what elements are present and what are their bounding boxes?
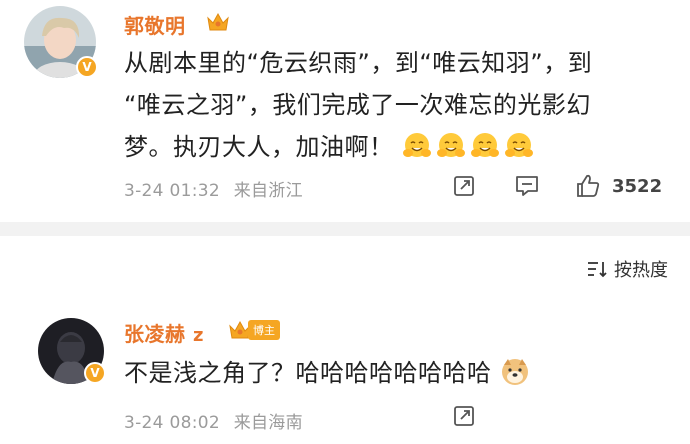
post-content-text: 梦。执刃大人，加油啊！	[124, 133, 394, 161]
user-avatar[interactable]: V	[24, 6, 98, 78]
blogger-badge: 博主	[228, 319, 280, 341]
section-divider	[0, 222, 690, 236]
blogger-tag: 博主	[248, 320, 280, 340]
reply-avatar[interactable]: V	[38, 318, 106, 384]
comment-button[interactable]	[514, 174, 540, 198]
sort-by-hot-button[interactable]: 按热度	[586, 256, 668, 282]
sort-icon	[588, 262, 607, 278]
reply-location: 来自海南	[233, 413, 303, 433]
hug-emoji-icon	[504, 133, 533, 157]
post-content-line: “唯云之羽”，我们完成了一次难忘的光影幻	[124, 91, 591, 119]
reply-content: 不是浅之角了？哈哈哈哈哈哈哈哈	[124, 352, 534, 394]
like-count: 3522	[612, 175, 663, 197]
reply-username[interactable]: 张凌赫 z	[124, 318, 204, 347]
share-button[interactable]	[452, 174, 476, 198]
share-icon	[454, 176, 474, 196]
like-button[interactable]: 3522	[574, 172, 662, 200]
reply-share-button[interactable]	[452, 404, 476, 428]
comment-icon	[516, 176, 538, 196]
reply-content-text: 不是浅之角了？哈哈哈哈哈哈哈哈	[124, 359, 492, 387]
verified-badge-icon: V	[76, 56, 98, 78]
reply-meta: 3-24 08:02 来自海南	[124, 408, 311, 433]
thumbs-up-icon	[577, 174, 600, 197]
post-date: 3-24 01:32	[124, 181, 220, 201]
post-content-line: 梦。执刃大人，加油啊！	[124, 126, 674, 168]
share-icon	[454, 406, 474, 426]
post-content-line: 从剧本里的“危云织雨”，到“唯云知羽”，到	[124, 49, 593, 77]
post-meta: 3-24 01:32 来自浙江	[124, 176, 311, 201]
verified-badge-icon: V	[84, 362, 106, 384]
doge-emoji-icon	[501, 359, 528, 385]
reply-section: 按热度 V 张凌赫 z 博主 不是浅之角了？哈哈哈哈哈哈哈哈 3-24 08:0…	[0, 236, 690, 444]
post-content: 从剧本里的“危云织雨”，到“唯云知羽”，到 “唯云之羽”，我们完成了一次难忘的光…	[124, 42, 674, 168]
hug-emoji-icon	[402, 133, 431, 157]
hug-emoji-icon	[436, 133, 465, 157]
reply-username-text: 张凌赫	[124, 322, 186, 346]
reply-username-suffix: z	[192, 325, 204, 346]
sort-label: 按热度	[614, 260, 668, 281]
weibo-post: V 郭敬明 从剧本里的“危云织雨”，到“唯云知羽”，到 “唯云之羽”，我们完成了…	[0, 0, 690, 222]
reply-date: 3-24 08:02	[124, 413, 220, 433]
vip-crown-icon	[207, 12, 229, 31]
post-location: 来自浙江	[233, 181, 303, 201]
post-username[interactable]: 郭敬明	[124, 10, 186, 39]
hug-emoji-icon	[470, 133, 499, 157]
